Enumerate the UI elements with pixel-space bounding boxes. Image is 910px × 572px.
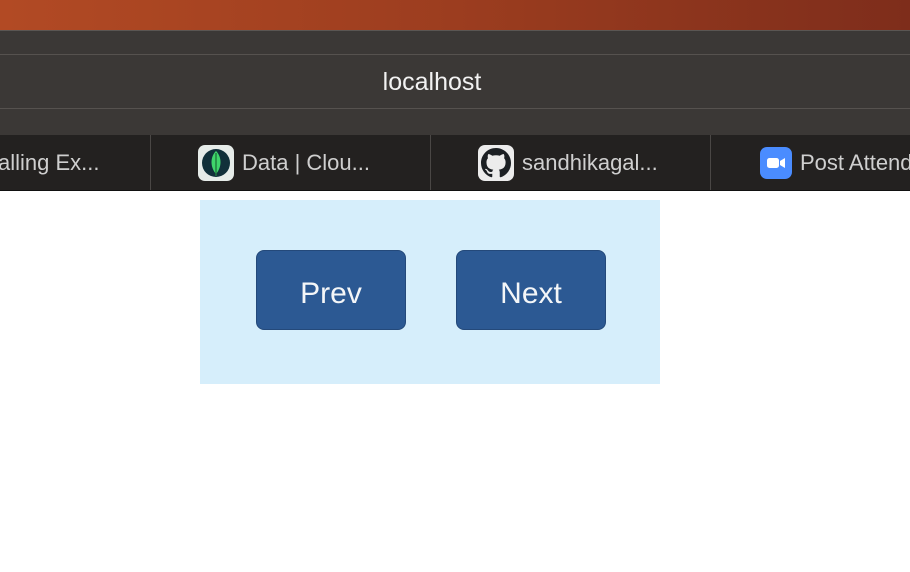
toolbar-divider: [0, 54, 910, 55]
address-bar-url[interactable]: localhost: [0, 68, 864, 97]
bookmarks-bar: alling Ex... Data | Clou... sandhikagal.…: [0, 135, 910, 191]
github-icon: [478, 144, 514, 181]
prev-button[interactable]: Prev: [256, 250, 406, 330]
pagination-panel: Prev Next: [200, 200, 660, 384]
bookmark-separator: [710, 135, 711, 190]
bookmark-label: Data | Clou...: [242, 149, 370, 175]
bookmark-item[interactable]: alling Ex...: [0, 135, 100, 190]
desktop-background-strip: [0, 0, 910, 30]
mongodb-leaf-icon: [198, 144, 234, 181]
bookmark-separator: [430, 135, 431, 190]
toolbar-divider: [0, 108, 910, 109]
bookmark-item[interactable]: Data | Clou...: [198, 135, 370, 190]
bookmark-item[interactable]: sandhikagal...: [478, 135, 658, 190]
bookmark-label: Post Attend: [800, 149, 910, 175]
next-button[interactable]: Next: [456, 250, 606, 330]
bookmark-separator: [150, 135, 151, 190]
zoom-video-icon: [760, 146, 792, 179]
browser-toolbar: localhost: [0, 30, 910, 136]
bookmark-label: sandhikagal...: [522, 149, 658, 175]
page-content: Prev Next: [0, 191, 910, 572]
bookmark-label: alling Ex...: [0, 149, 100, 175]
bookmark-item[interactable]: Post Attend: [760, 135, 910, 190]
